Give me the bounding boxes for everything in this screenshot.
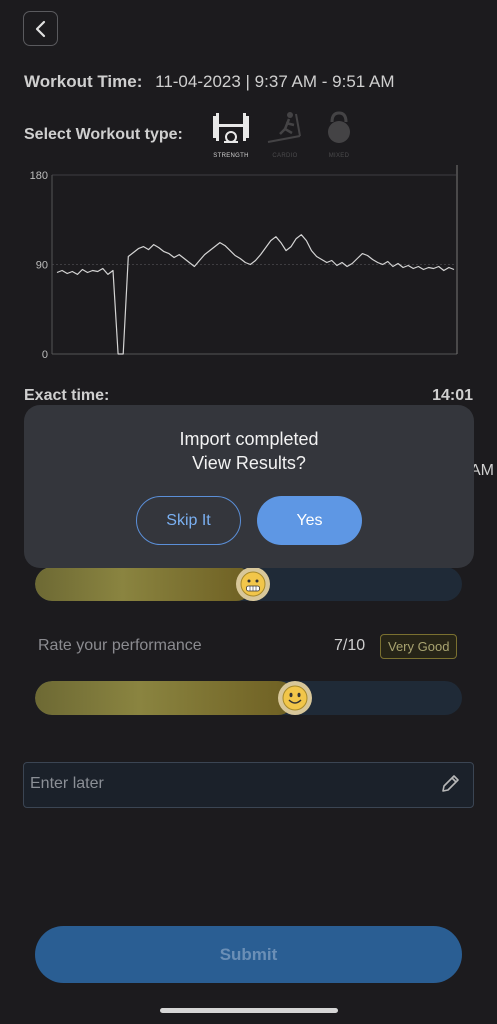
type-strength[interactable]: STRENGTH xyxy=(210,110,252,159)
smile-face-icon xyxy=(282,685,308,711)
kettlebell-icon xyxy=(328,111,350,143)
notes-placeholder: Enter later xyxy=(30,775,104,792)
performance-value: 7/10 xyxy=(334,637,366,654)
notes-input[interactable]: Enter later xyxy=(23,762,474,808)
performance-slider-knob[interactable] xyxy=(278,681,313,715)
performance-label: Rate your performance xyxy=(38,637,202,654)
performance-slider-fill xyxy=(35,681,296,715)
submit-button[interactable]: Submit xyxy=(35,926,462,983)
yes-button[interactable]: Yes xyxy=(257,496,362,545)
workout-time-label: Workout Time: xyxy=(24,72,143,91)
performance-badge: Very Good xyxy=(380,634,458,659)
dialog-line2: View Results? xyxy=(192,453,306,473)
type-strength-label: STRENGTH xyxy=(213,153,249,159)
home-indicator xyxy=(160,1008,338,1013)
type-mixed[interactable]: MIXED xyxy=(318,110,360,159)
import-dialog: Import completed View Results? Skip It Y… xyxy=(24,405,474,568)
barbell-icon xyxy=(213,113,249,143)
chevron-left-icon xyxy=(35,20,45,37)
exact-time-label: Exact time: xyxy=(24,387,110,404)
performance-slider[interactable] xyxy=(35,681,462,715)
y-tick-label: 90 xyxy=(36,260,48,272)
y-tick-label: 180 xyxy=(30,170,48,182)
skip-button[interactable]: Skip It xyxy=(136,496,241,545)
pencil-icon[interactable] xyxy=(439,773,461,795)
workout-time-value: 11-04-2023 | 9:37 AM - 9:51 AM xyxy=(155,72,395,91)
type-mixed-label: MIXED xyxy=(328,153,350,159)
series-line-0 xyxy=(56,234,455,355)
exact-time-value: 14:01 xyxy=(432,387,473,404)
type-cardio[interactable]: CARDIO xyxy=(264,110,306,159)
workout-time-row: Workout Time: 11-04-2023 | 9:37 AM - 9:5… xyxy=(24,72,395,92)
effort-slider-knob[interactable] xyxy=(235,567,270,601)
workout-type-selector: STRENGTH CARDIO MIXED xyxy=(210,110,360,159)
heart-rate-chart: 180 90 0 xyxy=(30,165,458,361)
treadmill-icon xyxy=(267,112,301,143)
select-type-label: Select Workout type: xyxy=(24,126,183,143)
type-cardio-label: CARDIO xyxy=(272,153,298,159)
effort-slider-fill xyxy=(35,567,253,601)
y-tick-label: 0 xyxy=(42,349,48,361)
dialog-line1: Import completed xyxy=(179,429,319,449)
grimace-face-icon xyxy=(240,571,266,597)
back-button[interactable] xyxy=(23,11,58,46)
